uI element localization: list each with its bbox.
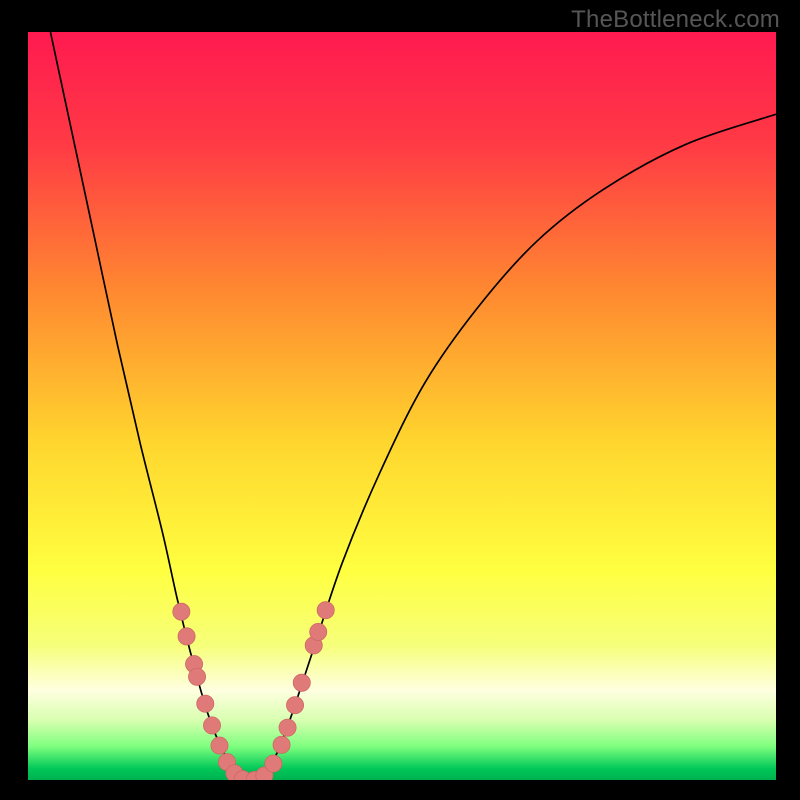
curve-marker — [211, 737, 228, 754]
curve-marker — [317, 602, 334, 619]
watermark-text: TheBottleneck.com — [571, 6, 780, 34]
curve-marker — [273, 736, 290, 753]
curve-marker — [265, 755, 282, 772]
curve-marker — [310, 623, 327, 640]
curve-marker — [173, 603, 190, 620]
curve-marker — [286, 697, 303, 714]
chart-svg — [28, 32, 776, 780]
curve-marker — [293, 674, 310, 691]
chart-background — [28, 32, 776, 780]
chart-container: TheBottleneck.com — [0, 0, 800, 800]
curve-marker — [197, 695, 214, 712]
curve-marker — [279, 719, 296, 736]
curve-marker — [178, 628, 195, 645]
chart-plot-area — [28, 32, 776, 780]
curve-marker — [188, 668, 205, 685]
curve-marker — [203, 717, 220, 734]
